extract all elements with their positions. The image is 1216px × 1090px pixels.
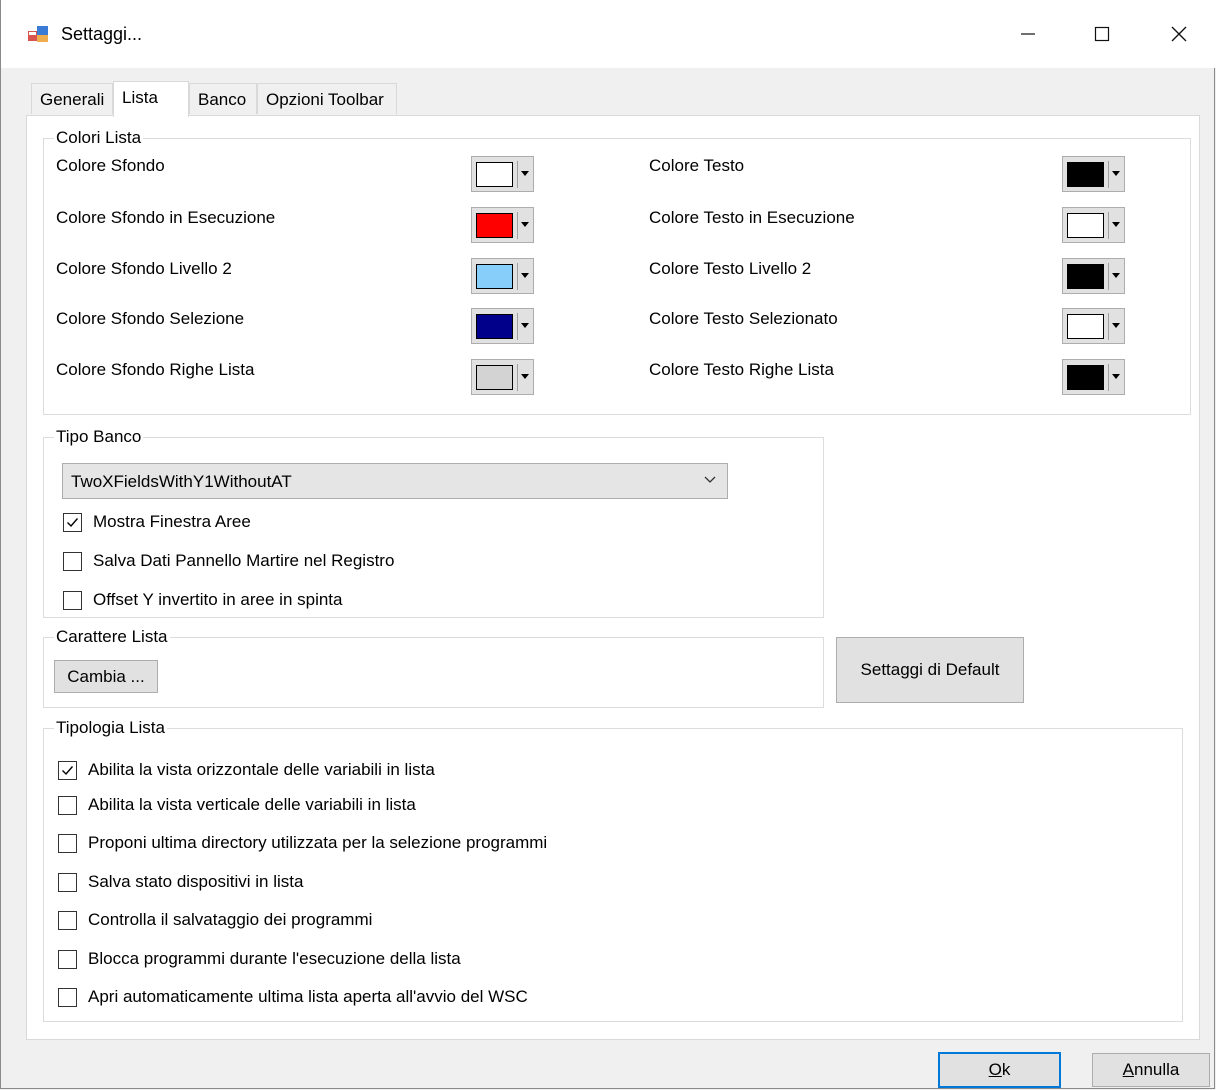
color-swatch [1067, 162, 1104, 187]
dropdown-arrow-icon [521, 323, 529, 328]
check-label: Mostra Finestra Aree [93, 512, 251, 531]
settings-dialog: Settaggi... Generali Lista Banco Opzioni… [0, 0, 1216, 1089]
color-label-sfondo-livello2: Colore Sfondo Livello 2 [56, 259, 232, 278]
dropdown-arrow-icon [1112, 374, 1120, 379]
checkbox[interactable] [63, 552, 82, 571]
check-label: Controlla il salvataggio dei programmi [88, 910, 373, 929]
dropdown-arrow-icon [521, 222, 529, 227]
close-icon [1171, 26, 1187, 42]
color-swatch [476, 365, 513, 390]
check-label: Abilita la vista verticale delle variabi… [88, 795, 416, 814]
minimize-button[interactable] [993, 0, 1063, 68]
colori-lista-title: Colori Lista [54, 128, 144, 148]
dropdown-arrow-icon [1112, 323, 1120, 328]
color-picker-testo-selezionato[interactable] [1062, 308, 1125, 344]
checkbox[interactable] [63, 591, 82, 610]
ok-button[interactable]: Ok [938, 1052, 1061, 1088]
color-label-sfondo-selezione: Colore Sfondo Selezione [56, 309, 245, 328]
color-label-testo-esecuzione: Colore Testo in Esecuzione [649, 208, 855, 227]
title-bar: Settaggi... [1, 0, 1216, 68]
check-label: Abilita la vista orizzontale delle varia… [88, 760, 435, 779]
dropdown-arrow-icon [521, 171, 529, 176]
tab-opzioni-toolbar[interactable]: Opzioni Toolbar [257, 83, 397, 114]
check-label: Proponi ultima directory utilizzata per … [88, 833, 548, 852]
color-picker-sfondo-selezione[interactable] [471, 308, 534, 344]
dropdown-arrow-icon [521, 374, 529, 379]
color-label-testo-selezionato: Colore Testo Selezionato [649, 309, 838, 328]
cambia-font-button[interactable]: Cambia ... [54, 660, 158, 693]
maximize-button[interactable] [1067, 0, 1137, 68]
color-picker-sfondo[interactable] [471, 156, 534, 192]
check-label: Salva Dati Pannello Martire nel Registro [93, 551, 395, 570]
tipo-banco-select[interactable]: TwoXFieldsWithY1WithoutAT [62, 463, 728, 499]
default-settings-button[interactable]: Settaggi di Default [836, 637, 1024, 703]
check-label: Blocca programmi durante l'esecuzione de… [88, 949, 461, 968]
dropdown-arrow-icon [1112, 273, 1120, 278]
color-swatch [476, 213, 513, 238]
tipologia-lista-title: Tipologia Lista [54, 718, 167, 738]
chevron-down-icon [704, 476, 716, 483]
color-label-testo: Colore Testo [649, 156, 745, 175]
window-title: Settaggi... [61, 24, 143, 44]
color-picker-testo[interactable] [1062, 156, 1125, 192]
annulla-label-rest: nnulla [1133, 1060, 1180, 1079]
color-picker-testo-livello2[interactable] [1062, 258, 1125, 294]
checkbox[interactable] [58, 873, 77, 892]
app-icon [28, 25, 48, 43]
dropdown-arrow-icon [1112, 171, 1120, 176]
color-picker-sfondo-livello2[interactable] [471, 258, 534, 294]
checkmark-icon [67, 518, 79, 528]
dropdown-arrow-icon [1112, 222, 1120, 227]
checkbox[interactable] [58, 761, 77, 780]
tab-lista[interactable]: Lista [113, 81, 189, 117]
checkbox[interactable] [58, 911, 77, 930]
close-button[interactable] [1144, 0, 1214, 68]
color-picker-testo-righe[interactable] [1062, 359, 1125, 395]
color-picker-sfondo-esecuzione[interactable] [471, 207, 534, 243]
check-label: Apri automaticamente ultima lista aperta… [88, 987, 528, 1006]
maximize-icon [1094, 26, 1110, 42]
carattere-lista-group: Carattere Lista [43, 627, 824, 708]
color-label-testo-righe: Colore Testo Righe Lista [649, 360, 834, 379]
checkbox[interactable] [58, 950, 77, 969]
color-swatch [1067, 365, 1104, 390]
checkmark-icon [62, 766, 74, 776]
color-swatch [476, 162, 513, 187]
ok-mnemonic: O [988, 1060, 1002, 1079]
check-label: Offset Y invertito in aree in spinta [93, 590, 343, 609]
carattere-lista-title: Carattere Lista [54, 627, 170, 647]
tab-banco[interactable]: Banco [189, 83, 257, 114]
color-label-sfondo: Colore Sfondo [56, 156, 165, 175]
color-swatch [476, 314, 513, 339]
dropdown-arrow-icon [521, 273, 529, 278]
check-label: Salva stato dispositivi in lista [88, 872, 304, 891]
color-label-sfondo-righe: Colore Sfondo Righe Lista [56, 360, 255, 379]
tab-generali[interactable]: Generali [31, 83, 113, 114]
color-swatch [1067, 264, 1104, 289]
color-picker-testo-esecuzione[interactable] [1062, 207, 1125, 243]
color-label-sfondo-esecuzione: Colore Sfondo in Esecuzione [56, 208, 276, 227]
checkbox[interactable] [58, 988, 77, 1007]
color-swatch [1067, 213, 1104, 238]
color-swatch [476, 264, 513, 289]
ok-label-rest: k [1001, 1060, 1011, 1079]
checkbox[interactable] [63, 513, 82, 532]
color-swatch [1067, 314, 1104, 339]
checkbox[interactable] [58, 796, 77, 815]
tipo-banco-title: Tipo Banco [54, 427, 144, 447]
color-label-testo-livello2: Colore Testo Livello 2 [649, 259, 812, 278]
minimize-icon [1021, 33, 1035, 35]
annulla-button[interactable]: Annulla [1092, 1053, 1210, 1087]
checkbox[interactable] [58, 834, 77, 853]
tipo-banco-selected-value: TwoXFieldsWithY1WithoutAT [71, 472, 292, 491]
color-picker-sfondo-righe[interactable] [471, 359, 534, 395]
annulla-mnemonic: A [1122, 1060, 1134, 1079]
